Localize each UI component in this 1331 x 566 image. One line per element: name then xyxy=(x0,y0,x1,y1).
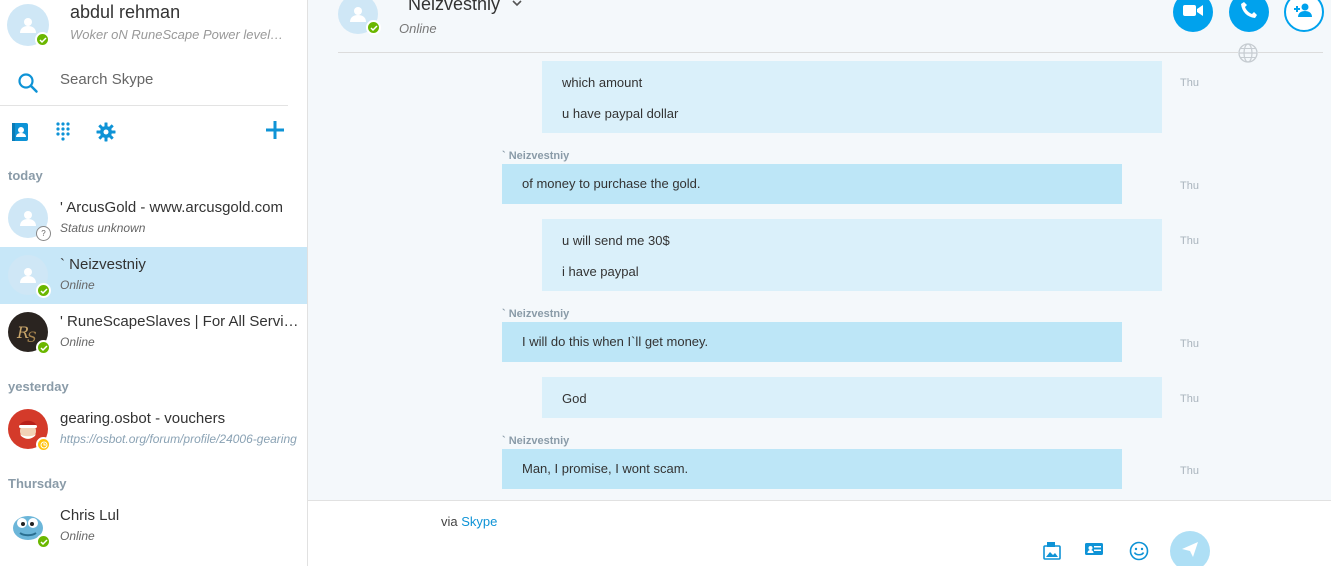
message-bubble-incoming[interactable]: I will do this when I`ll get money. xyxy=(502,322,1122,362)
message-line: I will do this when I`ll get money. xyxy=(522,334,709,349)
globe-icon[interactable] xyxy=(1238,43,1258,63)
via-prefix: via xyxy=(441,514,458,529)
conversation-title[interactable]: Neizvestniy xyxy=(408,0,500,15)
contact-status: Status unknown xyxy=(60,221,146,235)
contact-mood-link: https://osbot.org/forum/profile/24006-ge… xyxy=(60,432,297,446)
message-bubble-outgoing[interactable]: which amount u have paypal dollar xyxy=(542,61,1162,133)
conversation-status: Online xyxy=(399,21,437,36)
message-line: u will send me 30$ xyxy=(562,233,670,248)
gear-icon[interactable] xyxy=(96,122,116,147)
contact-avatar: RS xyxy=(8,312,51,355)
header-divider xyxy=(338,52,1323,53)
message-sender: ` Neizvestniy xyxy=(502,308,570,320)
chat-pane: Neizvestniy Online which amount u have p… xyxy=(308,0,1331,566)
online-status-icon xyxy=(36,283,51,298)
sidebar: abdul rehman Woker oN RuneScape Power le… xyxy=(0,0,308,566)
online-status-icon xyxy=(36,340,51,355)
audio-call-button[interactable] xyxy=(1229,0,1269,32)
contact-name: ' ArcusGold - www.arcusgold.com xyxy=(60,199,283,216)
status-unknown-icon: ? xyxy=(36,226,51,241)
dialpad-icon[interactable] xyxy=(56,122,70,147)
contact-item-runescapeslaves[interactable]: RS ' RuneScapeSlaves | For All Services … xyxy=(0,304,307,361)
search-bar[interactable] xyxy=(0,60,288,106)
section-thursday: Thursday xyxy=(8,476,67,491)
message-bubble-incoming[interactable]: Man, I promise, I wont scam. xyxy=(502,449,1122,489)
message-timestamp: Thu xyxy=(1180,338,1199,350)
contact-name: Chris Lul xyxy=(60,507,120,524)
video-call-button[interactable] xyxy=(1173,0,1213,32)
section-today: today xyxy=(8,168,43,183)
online-status-icon xyxy=(366,20,381,35)
via-skype-label: via Skype xyxy=(441,514,497,529)
contact-name: ` Neizvestniy xyxy=(60,256,146,273)
contact-avatar xyxy=(8,409,51,452)
message-line: God xyxy=(562,391,587,406)
contact-item-arcusgold[interactable]: ? ' ArcusGold - www.arcusgold.com Status… xyxy=(0,190,307,247)
plus-icon[interactable] xyxy=(265,120,285,145)
contact-status: Online xyxy=(60,335,95,349)
message-timestamp: Thu xyxy=(1180,235,1199,247)
message-timestamp: Thu xyxy=(1180,180,1199,192)
my-avatar[interactable] xyxy=(7,4,50,47)
send-icon xyxy=(1180,539,1200,564)
my-mood-message[interactable]: Woker oN RuneScape Power leveling xyxy=(70,27,285,42)
message-line: Man, I promise, I wont scam. xyxy=(522,461,689,476)
video-icon xyxy=(1182,2,1204,23)
contacts-icon[interactable] xyxy=(11,122,29,147)
contact-item-gearing-osbot[interactable]: gearing.osbot - vouchers https://osbot.o… xyxy=(0,401,307,458)
search-icon[interactable] xyxy=(17,72,39,99)
contact-status: Online xyxy=(60,278,95,292)
via-skype-link[interactable]: Skype xyxy=(461,514,497,529)
phone-icon xyxy=(1240,1,1258,24)
emoji-icon[interactable] xyxy=(1129,541,1149,566)
message-line: u have paypal dollar xyxy=(562,106,679,121)
message-line: of money to purchase the gold. xyxy=(522,176,701,191)
contact-item-chris-lul[interactable]: Chris Lul Online xyxy=(0,498,307,555)
away-status-icon xyxy=(36,437,51,452)
add-person-icon xyxy=(1293,2,1315,23)
message-line: i have paypal xyxy=(562,264,639,279)
message-bubble-incoming[interactable]: of money to purchase the gold. xyxy=(502,164,1122,204)
skype-window: abdul rehman Woker oN RuneScape Power le… xyxy=(0,0,1331,566)
contact-status: Online xyxy=(60,529,95,543)
contact-card-icon[interactable] xyxy=(1084,541,1104,562)
sidebar-toolbar xyxy=(0,118,300,148)
chat-header: Neizvestniy Online xyxy=(308,0,1331,50)
contact-avatar xyxy=(8,255,51,298)
message-bubble-outgoing[interactable]: God xyxy=(542,377,1162,418)
contact-avatar xyxy=(8,506,51,549)
message-timestamp: Thu xyxy=(1180,393,1199,405)
message-sender: ` Neizvestniy xyxy=(502,435,570,447)
my-name[interactable]: abdul rehman xyxy=(70,2,180,23)
message-sender: ` Neizvestniy xyxy=(502,150,570,162)
message-line: which amount xyxy=(562,75,643,90)
image-icon[interactable] xyxy=(1042,541,1062,566)
message-composer[interactable]: via Skype xyxy=(308,500,1331,566)
online-status-icon xyxy=(35,32,50,47)
contact-name: ' RuneScapeSlaves | For All Services xyxy=(60,313,300,330)
conversation-avatar[interactable] xyxy=(338,0,381,35)
svg-text:S: S xyxy=(27,330,37,346)
online-status-icon xyxy=(36,534,51,549)
contact-item-neizvestniy[interactable]: ` Neizvestniy Online xyxy=(0,247,307,304)
message-bubble-outgoing[interactable]: u will send me 30$ i have paypal xyxy=(542,219,1162,291)
contact-name: gearing.osbot - vouchers xyxy=(60,410,226,427)
message-timestamp: Thu xyxy=(1180,465,1199,477)
send-button[interactable] xyxy=(1170,531,1210,566)
message-timestamp: Thu xyxy=(1180,77,1199,89)
section-yesterday: yesterday xyxy=(8,379,69,394)
add-people-button[interactable] xyxy=(1284,0,1324,32)
chevron-down-icon[interactable] xyxy=(511,0,523,14)
contact-avatar: ? xyxy=(8,198,51,241)
search-input[interactable] xyxy=(60,71,280,88)
